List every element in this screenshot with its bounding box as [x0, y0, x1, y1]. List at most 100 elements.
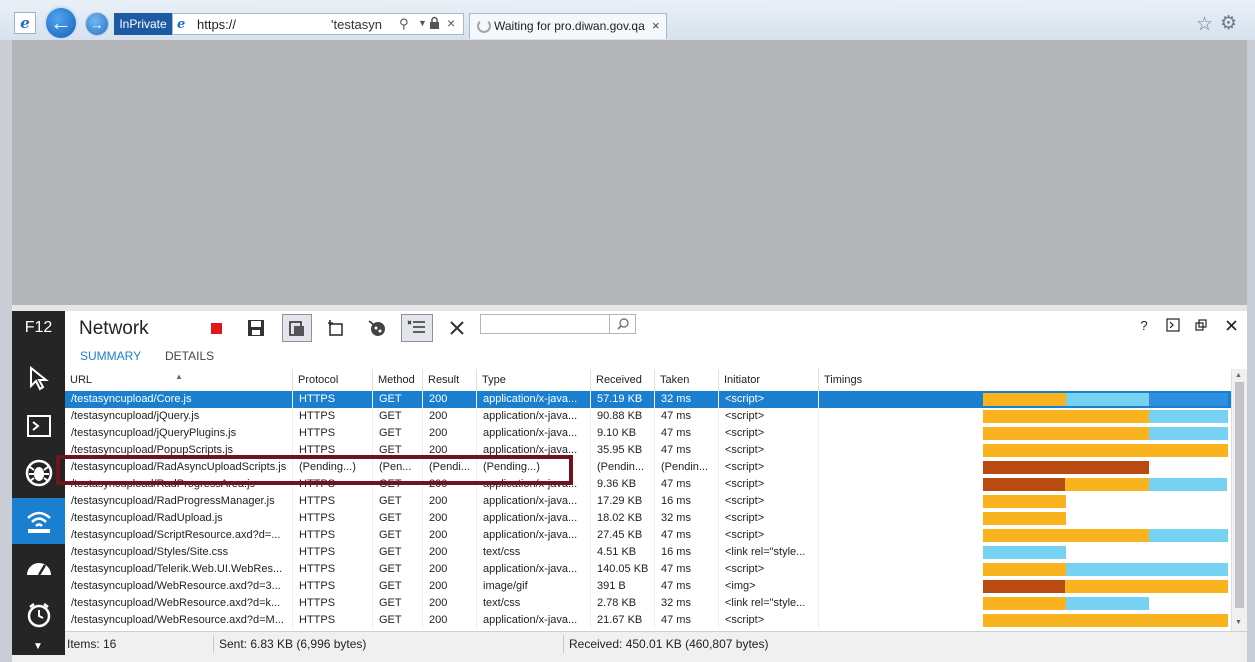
timing-bar — [1149, 529, 1228, 542]
forward-button[interactable]: → — [85, 12, 109, 36]
column-header-url[interactable]: URL ▲ — [65, 369, 293, 391]
scroll-up-arrow-icon[interactable]: ▲ — [1235, 372, 1242, 379]
cell-taken: 47 ms — [655, 425, 719, 442]
table-row[interactable]: /testasyncupload/RadUpload.js HTTPS GET 200… — [65, 510, 1231, 527]
scrollbar-thumb[interactable] — [1235, 382, 1244, 608]
ie-logo-icon: e — [14, 12, 36, 34]
tab-details[interactable]: DETAILS — [165, 349, 214, 363]
clear-cookies-button[interactable] — [362, 314, 392, 342]
cell-result: 200 — [423, 493, 477, 510]
cell-taken: 16 ms — [655, 544, 719, 561]
search-input[interactable] — [480, 314, 610, 334]
table-row[interactable]: /testasyncupload/WebResource.axd?d=M... H… — [65, 612, 1231, 629]
restore-window-icon — [1195, 319, 1207, 331]
cell-result: 200 — [423, 612, 477, 629]
export-button[interactable] — [241, 314, 271, 342]
column-header-received[interactable]: Received — [591, 369, 655, 391]
timing-bar — [983, 563, 1066, 576]
table-row[interactable]: /testasyncupload/WebResource.axd?d=3... H… — [65, 578, 1231, 595]
browser-tab[interactable]: Waiting for pro.diwan.gov.qa × — [469, 13, 667, 39]
timing-bar — [1066, 393, 1149, 406]
always-refresh-button[interactable] — [282, 314, 312, 342]
grid-vertical-scrollbar[interactable]: ▲ ▼ — [1231, 369, 1247, 631]
close-devtools-button[interactable] — [1219, 314, 1243, 336]
column-header-timings[interactable]: Timings — [819, 369, 1231, 391]
timing-bar — [983, 461, 1149, 474]
list-clear-icon — [407, 320, 425, 333]
gear-icon[interactable]: ⚙ — [1220, 12, 1237, 35]
chevron-down-icon[interactable]: ▼ — [418, 18, 427, 28]
cell-url: /testasyncupload/jQueryPlugins.js — [65, 425, 293, 442]
console-button[interactable] — [12, 403, 65, 449]
cell-received: 21.67 KB — [591, 612, 655, 629]
undock-button[interactable] — [1189, 314, 1213, 336]
favorites-star-icon[interactable]: ☆ — [1196, 13, 1213, 36]
bottom-edge — [12, 655, 1247, 662]
cell-url: /testasyncupload/RadProgressManager.js — [65, 493, 293, 510]
table-row[interactable]: /testasyncupload/jQueryPlugins.js HTTPS GE… — [65, 425, 1231, 442]
performance-button[interactable] — [12, 545, 65, 591]
cell-protocol: HTTPS — [293, 578, 373, 595]
cell-url: /testasyncupload/jQuery.js — [65, 408, 293, 425]
cell-initiator: <link rel="style... — [719, 595, 819, 612]
table-row[interactable]: /testasyncupload/WebResource.axd?d=k... H… — [65, 595, 1231, 612]
scroll-down-arrow-icon[interactable]: ▼ — [1235, 619, 1242, 626]
address-url[interactable]: https://'testasyncu — [197, 17, 382, 32]
cell-taken: (Pendin... — [655, 459, 719, 476]
cell-timings — [819, 510, 1231, 527]
more-tools-chevron-icon[interactable]: ▼ — [33, 641, 43, 652]
search-button[interactable] — [610, 314, 636, 334]
table-row[interactable]: /testasyncupload/Telerik.Web.UI.WebRes..… — [65, 561, 1231, 578]
timing-bar — [1065, 580, 1228, 593]
clear-session-button[interactable] — [442, 314, 472, 342]
cell-result: 200 — [423, 510, 477, 527]
back-button[interactable]: ← — [44, 6, 78, 40]
cell-type: application/x-java... — [477, 510, 591, 527]
cell-url: /testasyncupload/Styles/Site.css — [65, 544, 293, 561]
tab-summary[interactable]: SUMMARY — [80, 349, 141, 363]
clear-cache-button[interactable] — [321, 314, 351, 342]
close-tab-button[interactable]: × — [652, 18, 660, 33]
grid-header: URL ▲ Protocol Method Result Type Receive… — [65, 369, 1231, 392]
column-header-method[interactable]: Method — [373, 369, 423, 391]
cell-timings — [819, 391, 1231, 408]
table-row[interactable]: /testasyncupload/Styles/Site.css HTTPS GET… — [65, 544, 1231, 561]
cell-initiator: <script> — [719, 612, 819, 629]
timing-bar — [983, 597, 1066, 610]
column-header-type[interactable]: Type — [477, 369, 591, 391]
cell-protocol: HTTPS — [293, 561, 373, 578]
timing-bar — [983, 393, 1066, 406]
table-row[interactable]: /testasyncupload/Core.js HTTPS GET 200 appli… — [65, 391, 1231, 408]
stop-button[interactable]: × — [447, 15, 455, 31]
address-bar[interactable]: e https://'testasyncu ⚲ ▼ × — [172, 13, 464, 35]
network-button[interactable] — [12, 498, 65, 544]
save-icon — [248, 320, 264, 336]
timing-bar — [1066, 597, 1149, 610]
search-icon[interactable]: ⚲ — [399, 16, 409, 32]
cell-type: application/x-java... — [477, 408, 591, 425]
dock-console-button[interactable] — [1161, 314, 1185, 336]
cell-protocol: HTTPS — [293, 493, 373, 510]
cell-initiator: <img> — [719, 578, 819, 595]
grid-rows: /testasyncupload/Core.js HTTPS GET 200 appli… — [65, 391, 1231, 631]
cell-timings — [819, 476, 1231, 493]
column-header-protocol[interactable]: Protocol — [293, 369, 373, 391]
cell-result: 200 — [423, 391, 477, 408]
help-button[interactable]: ? — [1132, 314, 1156, 336]
timing-bar — [983, 512, 1066, 525]
cell-initiator: <script> — [719, 459, 819, 476]
lock-icon[interactable] — [429, 16, 440, 30]
column-header-result[interactable]: Result — [423, 369, 477, 391]
column-header-taken[interactable]: Taken — [655, 369, 719, 391]
memory-button[interactable] — [12, 592, 65, 638]
clear-entries-on-navigate-button[interactable] — [401, 314, 433, 342]
dom-explorer-button[interactable] — [12, 355, 65, 401]
stop-recording-button[interactable] — [201, 314, 231, 342]
table-row[interactable]: /testasyncupload/jQuery.js HTTPS GET 200 app… — [65, 408, 1231, 425]
column-header-initiator[interactable]: Initiator — [719, 369, 819, 391]
cell-taken: 47 ms — [655, 476, 719, 493]
table-row[interactable]: /testasyncupload/RadProgressManager.js HT… — [65, 493, 1231, 510]
cell-method: GET — [373, 561, 423, 578]
table-row[interactable]: /testasyncupload/ScriptResource.axd?d=..… — [65, 527, 1231, 544]
speedometer-icon — [26, 563, 51, 576]
